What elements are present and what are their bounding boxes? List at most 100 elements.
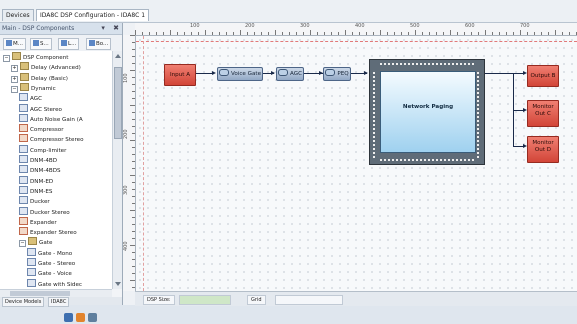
connector-pin[interactable] xyxy=(477,92,479,94)
close-icon[interactable]: ✖ xyxy=(113,24,119,32)
connector-pin[interactable] xyxy=(477,108,479,110)
tree-item[interactable]: Gate with Sidec xyxy=(27,278,82,288)
connector-pin[interactable] xyxy=(412,159,414,161)
connector-pin[interactable] xyxy=(392,63,394,65)
tree-item[interactable]: − DSP Component xyxy=(3,52,69,62)
connector-pin[interactable] xyxy=(477,136,479,138)
tree-item[interactable]: Compressor xyxy=(19,124,64,133)
connector-pin[interactable] xyxy=(373,116,375,118)
connector-pin[interactable] xyxy=(464,159,466,161)
tree-item[interactable]: AGC Stereo xyxy=(19,103,62,113)
connector-pin[interactable] xyxy=(460,63,462,65)
connector-pin[interactable] xyxy=(373,144,375,146)
app-icon[interactable] xyxy=(64,313,73,322)
connector-pin[interactable] xyxy=(373,136,375,138)
toolbar-button-m[interactable]: M... xyxy=(3,38,26,50)
app-icon[interactable] xyxy=(76,313,85,322)
connector-pin[interactable] xyxy=(373,112,375,114)
connector-pin[interactable] xyxy=(373,88,375,90)
grid-field[interactable] xyxy=(275,295,343,305)
tree-item[interactable]: Auto Noise Gain (A xyxy=(19,113,83,123)
tab-device-models[interactable]: Device Models xyxy=(2,297,45,307)
scroll-down-icon[interactable] xyxy=(115,282,121,286)
connector-pin[interactable] xyxy=(388,63,390,65)
tree-vertical-scrollbar[interactable] xyxy=(112,51,122,289)
app-icon[interactable] xyxy=(88,313,97,322)
connector-pin[interactable] xyxy=(400,63,402,65)
toolbar-button-s[interactable]: S... xyxy=(30,38,52,50)
connector-pin[interactable] xyxy=(416,159,418,161)
connector-pin[interactable] xyxy=(373,104,375,106)
connector-pin[interactable] xyxy=(477,88,479,90)
connector-pin[interactable] xyxy=(477,156,479,158)
connector-pin[interactable] xyxy=(477,84,479,86)
connector-pin[interactable] xyxy=(373,76,375,78)
tree-item[interactable]: AGC xyxy=(19,93,42,102)
connector-pin[interactable] xyxy=(380,159,382,161)
input-a-block[interactable]: Input A xyxy=(164,64,196,86)
connector-pin[interactable] xyxy=(477,120,479,122)
connector-pin[interactable] xyxy=(428,63,430,65)
connector-pin[interactable] xyxy=(444,63,446,65)
connector-pin[interactable] xyxy=(373,140,375,142)
connector-pin[interactable] xyxy=(373,148,375,150)
connector-pin[interactable] xyxy=(420,63,422,65)
connector-pin[interactable] xyxy=(384,63,386,65)
output-b-block[interactable]: Output B xyxy=(527,65,559,87)
connector-pin[interactable] xyxy=(477,144,479,146)
connector-pin[interactable] xyxy=(384,159,386,161)
connector-pin[interactable] xyxy=(424,159,426,161)
toolbar-button-bo[interactable]: Bo... xyxy=(86,38,112,50)
collapse-icon[interactable]: − xyxy=(19,240,26,248)
design-grid[interactable] xyxy=(136,36,577,291)
tree-item[interactable]: Expander Stereo xyxy=(19,227,77,236)
signal-wire[interactable] xyxy=(483,73,523,74)
tree-item[interactable]: Gate - Stereo xyxy=(27,258,75,267)
connector-pin[interactable] xyxy=(477,116,479,118)
connector-pin[interactable] xyxy=(477,112,479,114)
connector-pin[interactable] xyxy=(412,63,414,65)
tree-item[interactable]: Gate - Mono xyxy=(27,247,72,257)
scroll-thumb[interactable] xyxy=(10,291,70,296)
tree-item[interactable]: Expander xyxy=(19,216,57,226)
connector-pin[interactable] xyxy=(373,108,375,110)
connector-pin[interactable] xyxy=(477,72,479,74)
tab-dsp-configuration[interactable]: IDA8C DSP Configuration - IDA8C 1 xyxy=(36,9,150,21)
connector-pin[interactable] xyxy=(468,159,470,161)
tree-item[interactable]: Comp-limiter xyxy=(19,144,66,154)
connector-pin[interactable] xyxy=(477,124,479,126)
connector-pin[interactable] xyxy=(388,159,390,161)
tree-item[interactable]: Compressor Stereo xyxy=(19,134,84,143)
collapse-icon[interactable]: − xyxy=(3,55,10,62)
connector-pin[interactable] xyxy=(432,63,434,65)
connector-pin[interactable] xyxy=(373,124,375,126)
tree-item[interactable]: Gate - Voice xyxy=(27,268,72,277)
connector-pin[interactable] xyxy=(373,92,375,94)
tab-ida8c[interactable]: IDA8C xyxy=(48,297,70,307)
expand-icon[interactable]: + xyxy=(11,65,18,73)
network-paging-block[interactable]: Network Paging xyxy=(369,59,485,165)
connector-pin[interactable] xyxy=(440,159,442,161)
tree-item[interactable]: + Delay (Basic) xyxy=(11,72,68,83)
connector-pin[interactable] xyxy=(477,80,479,82)
connector-pin[interactable] xyxy=(424,63,426,65)
tree-item[interactable]: − Dynamic xyxy=(11,82,56,93)
peq-block[interactable]: PEQ xyxy=(323,67,351,81)
connector-pin[interactable] xyxy=(448,159,450,161)
connector-pin[interactable] xyxy=(477,140,479,142)
connector-pin[interactable] xyxy=(440,63,442,65)
connector-pin[interactable] xyxy=(477,76,479,78)
connector-pin[interactable] xyxy=(444,159,446,161)
scroll-thumb[interactable] xyxy=(114,67,122,139)
connector-pin[interactable] xyxy=(416,63,418,65)
connector-pin[interactable] xyxy=(477,152,479,154)
connector-pin[interactable] xyxy=(428,159,430,161)
connector-pin[interactable] xyxy=(460,159,462,161)
connector-pin[interactable] xyxy=(373,72,375,74)
connector-pin[interactable] xyxy=(396,63,398,65)
connector-pin[interactable] xyxy=(373,132,375,134)
toolbar-button-l[interactable]: L... xyxy=(58,38,80,50)
connector-pin[interactable] xyxy=(373,152,375,154)
connector-pin[interactable] xyxy=(452,159,454,161)
connector-pin[interactable] xyxy=(408,63,410,65)
